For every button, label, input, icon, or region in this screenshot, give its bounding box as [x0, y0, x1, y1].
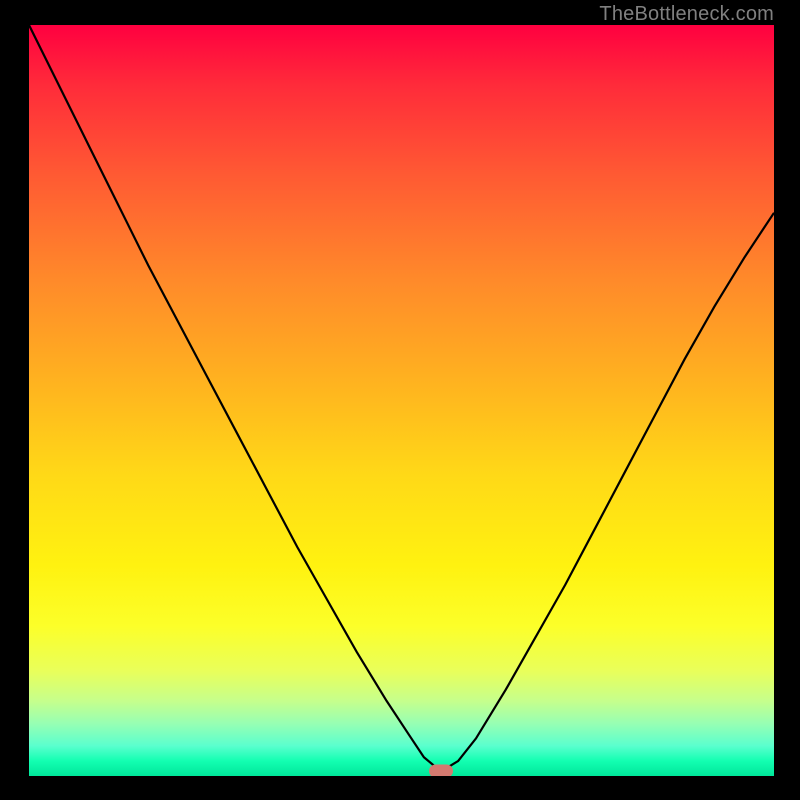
plot-area [29, 25, 774, 776]
optimal-point-marker [429, 765, 453, 776]
chart-frame: TheBottleneck.com [0, 0, 800, 800]
curve-svg [29, 25, 774, 776]
bottleneck-curve [29, 25, 774, 772]
watermark-text: TheBottleneck.com [599, 3, 774, 26]
